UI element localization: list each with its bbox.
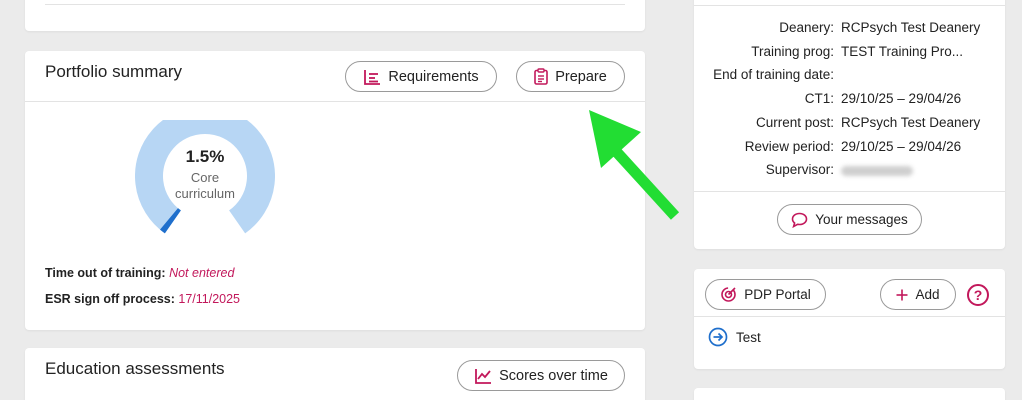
esr-sign-off-row: ESR sign off process: 17/11/2025 [45, 292, 240, 306]
divider [45, 4, 625, 5]
gauge-label-line1: Core [190, 170, 220, 185]
portfolio-summary-header: Portfolio summary Requirements Prepare [25, 51, 645, 102]
education-assessments-card: Education assessments Scores over time [25, 348, 645, 400]
time-out-value: Not entered [169, 266, 235, 280]
gauge-percent: 1.5% [185, 147, 225, 166]
trainee-details-card: Deanery: RCPsych Test Deanery Training pro… [694, 0, 1005, 249]
pdp-portal-button[interactable]: PDP Portal [705, 279, 826, 310]
pdp-portal-icon [721, 287, 737, 302]
portfolio-summary-title: Portfolio summary [45, 62, 182, 81]
line-chart-icon [475, 368, 492, 384]
green-arrow-annotation [589, 110, 680, 220]
your-messages-label: Your messages [815, 212, 908, 227]
pdp-card: PDP Portal Add ? Test [694, 269, 1005, 369]
requirements-label: Requirements [388, 68, 479, 85]
plus-icon [896, 289, 908, 300]
trainee-detail-key: End of training date: [713, 67, 834, 83]
help-icon[interactable]: ? [967, 284, 989, 306]
trainee-detail-value: TEST Training Pro... [841, 43, 964, 59]
trainee-detail-key: Current post: [755, 114, 834, 130]
time-out-of-training-row: Time out of training: Not entered [45, 266, 234, 280]
trainee-detail-value: 29/10/25 – 29/04/26 [841, 91, 962, 107]
supervisor-redacted [841, 165, 913, 176]
requirements-button[interactable]: Requirements [345, 61, 497, 92]
next-card [694, 388, 1005, 400]
esr-label: ESR sign off process: [45, 292, 175, 306]
gauge-fill [160, 208, 182, 234]
prepare-label: Prepare [555, 68, 607, 85]
trainee-detail-value [841, 162, 913, 177]
trainee-detail-key: Training prog: [751, 43, 834, 59]
divider [694, 5, 1005, 6]
clipboard-icon [534, 68, 549, 85]
trainee-detail-value: RCPsych Test Deanery [841, 20, 981, 35]
trainee-detail-key: Review period: [744, 138, 834, 154]
trainee-detail-value: 29/10/25 – 29/04/26 [841, 138, 962, 154]
divider [694, 316, 1005, 317]
speech-bubble-icon [791, 212, 808, 228]
education-assessments-title: Education assessments [45, 359, 225, 378]
divider [694, 191, 1005, 192]
scores-over-time-label: Scores over time [499, 367, 608, 384]
trainee-detail-key: CT1: [804, 91, 834, 107]
add-button[interactable]: Add [880, 279, 956, 310]
trainee-detail-key: Deanery: [779, 20, 834, 35]
esr-value: 17/11/2025 [178, 292, 241, 306]
previous-card [25, 0, 645, 31]
trainee-detail-value: RCPsych Test Deanery [841, 114, 981, 130]
arrow-right-circle-icon [708, 327, 728, 347]
time-out-label: Time out of training: [45, 266, 166, 280]
scores-over-time-button[interactable]: Scores over time [457, 360, 625, 391]
gauge-label-line2: curriculum [175, 186, 235, 201]
pdp-item-label: Test [736, 329, 761, 345]
pdp-list-item[interactable]: Test [708, 327, 761, 347]
add-label: Add [915, 287, 940, 302]
core-curriculum-gauge[interactable]: 1.5% Core curriculum [135, 106, 275, 244]
prepare-button[interactable]: Prepare [516, 61, 625, 92]
pdp-portal-label: PDP Portal [744, 287, 811, 302]
your-messages-button[interactable]: Your messages [777, 204, 922, 235]
portfolio-summary-card: Portfolio summary Requirements Prepare 1… [25, 51, 645, 330]
trainee-detail-key: Supervisor: [765, 162, 834, 178]
requirements-icon [364, 69, 381, 85]
